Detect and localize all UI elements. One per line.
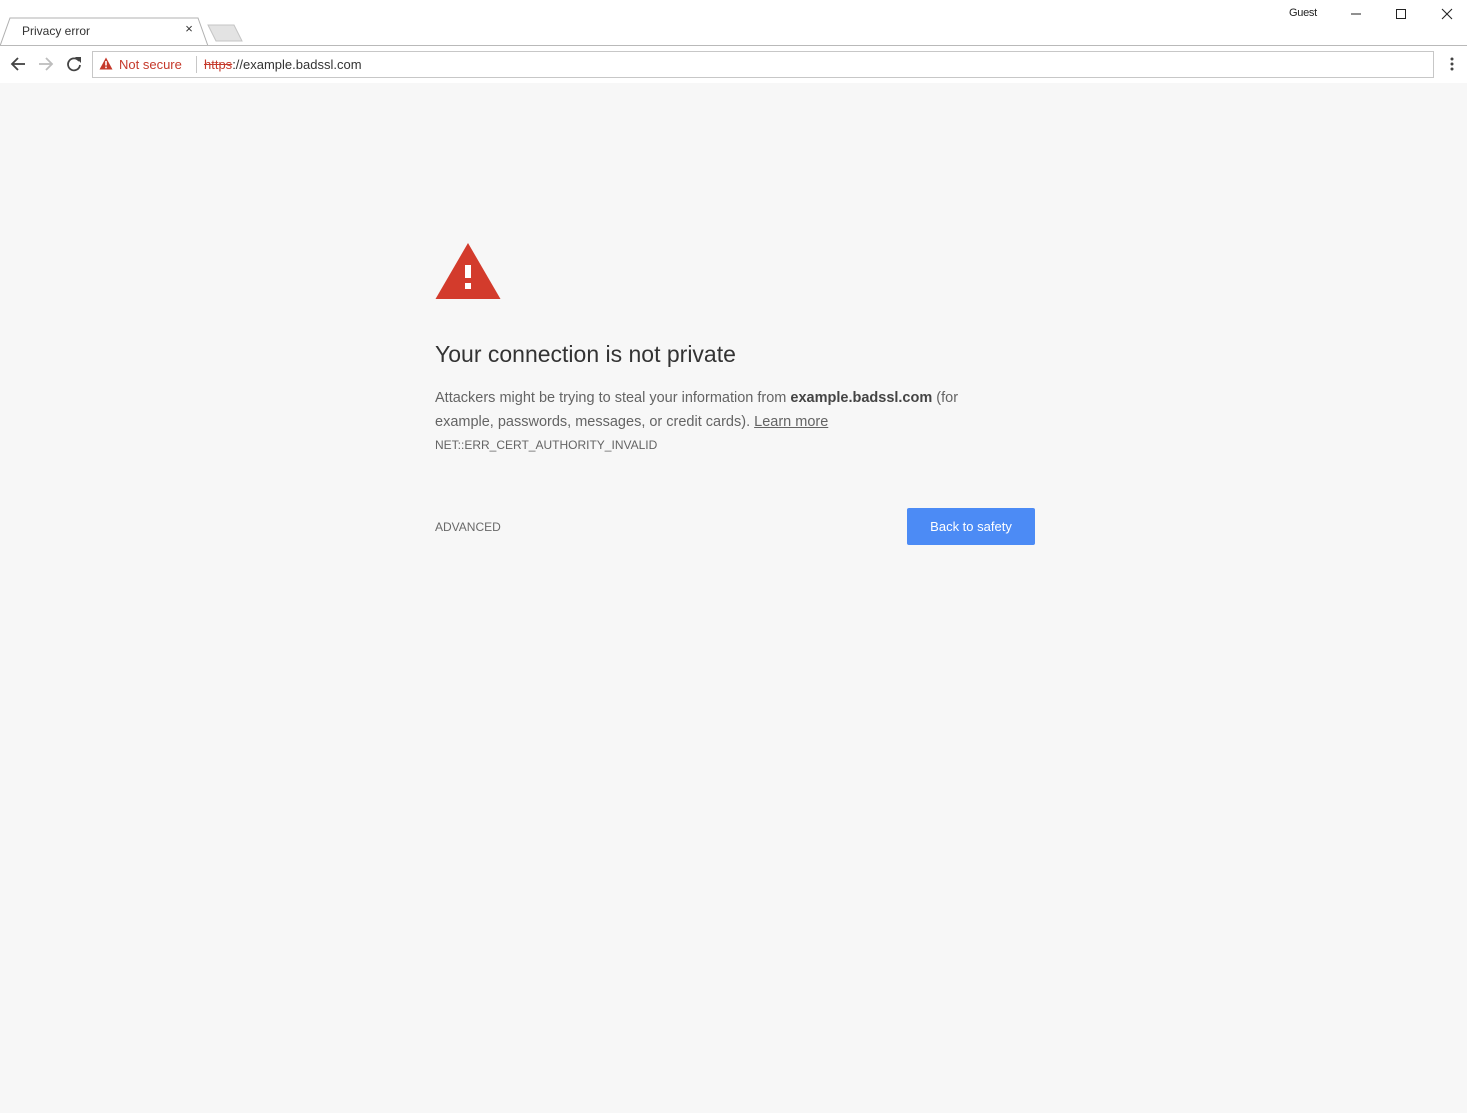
browser-window: Privacy error × Guest Not secure https:/…: [0, 0, 1467, 1113]
back-to-safety-button[interactable]: Back to safety: [907, 508, 1035, 545]
tab-close-icon[interactable]: ×: [182, 22, 196, 36]
window-minimize-button[interactable]: [1333, 0, 1378, 28]
window-maximize-button[interactable]: [1378, 0, 1423, 28]
forward-button[interactable]: [36, 54, 56, 74]
main-message-host: example.badssl.com: [790, 390, 933, 406]
main-message: Attackers might be trying to steal your …: [435, 386, 995, 434]
tab-strip: Privacy error × Guest: [0, 0, 1467, 47]
url-scheme: https: [204, 57, 233, 72]
omnibox-divider: [196, 56, 197, 73]
reload-icon: [67, 57, 81, 72]
window-close-button[interactable]: [1424, 0, 1467, 28]
page-title: Your connection is not private: [435, 341, 736, 367]
browser-menu-button[interactable]: [1443, 54, 1461, 74]
profile-badge[interactable]: Guest: [1289, 7, 1317, 19]
learn-more-link[interactable]: Learn more: [754, 414, 828, 430]
close-icon: [1441, 8, 1452, 20]
warning-triangle-icon[interactable]: [99, 57, 113, 70]
url-host: ://example.badssl.com: [232, 57, 362, 72]
arrow-right-icon: [39, 57, 54, 71]
toolbar: Not secure https://example.badssl.com: [0, 45, 1467, 84]
maximize-icon: [1395, 9, 1406, 19]
warning-triangle-large-icon: [435, 243, 501, 299]
new-tab-button[interactable]: [206, 24, 244, 42]
advanced-button[interactable]: ADVANCED: [435, 520, 501, 534]
main-message-text-before: Attackers might be trying to steal your …: [435, 390, 791, 406]
reload-button[interactable]: [64, 54, 84, 74]
back-button[interactable]: [8, 54, 28, 74]
url-text[interactable]: https://example.badssl.com: [204, 57, 362, 72]
tab-title: Privacy error: [22, 24, 91, 38]
address-bar[interactable]: Not secure https://example.badssl.com: [92, 51, 1434, 78]
minimize-icon: [1350, 13, 1361, 15]
error-code: NET::ERR_CERT_AUTHORITY_INVALID: [435, 438, 658, 452]
interstitial-page: Your connection is not private Attackers…: [0, 83, 1467, 1113]
arrow-left-icon: [10, 57, 25, 71]
more-vert-icon: [1450, 57, 1454, 71]
security-chip-label[interactable]: Not secure: [119, 57, 182, 72]
